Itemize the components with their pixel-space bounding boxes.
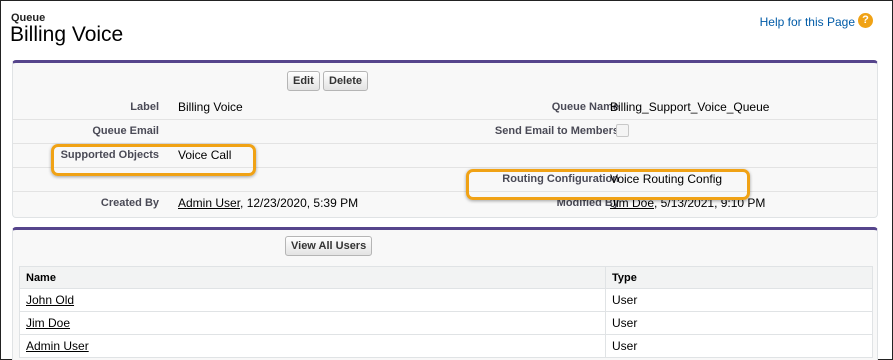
- created-by-label: Created By: [100, 197, 159, 209]
- supported-objects-value: Voice Call: [178, 148, 232, 162]
- detail-row-supported-objects: Supported Objects Voice Call: [13, 143, 877, 168]
- detail-row-queue-email: Queue Email Send Email to Members: [13, 119, 877, 144]
- modified-by-user-link[interactable]: Jim Doe: [610, 196, 654, 210]
- detail-row-created: Created By Admin User, 12/23/2020, 5:39 …: [13, 191, 877, 215]
- table-row: Jim Doe User: [19, 311, 873, 335]
- modified-by-label: Modified By: [556, 197, 619, 209]
- detail-panel: Edit Delete Label Billing Voice Queue Na…: [12, 60, 878, 218]
- delete-button[interactable]: Delete: [323, 71, 369, 91]
- queue-email-label: Queue Email: [92, 125, 159, 137]
- column-header-type[interactable]: Type: [605, 266, 873, 289]
- modified-by-value: Jim Doe, 5/13/2021, 9:10 PM: [610, 196, 765, 210]
- label-field-label: Label: [130, 101, 159, 113]
- view-all-users-button[interactable]: View All Users: [285, 236, 373, 256]
- help-link[interactable]: Help for this Page: [760, 15, 855, 29]
- modified-by-date: , 5/13/2021, 9:10 PM: [654, 196, 766, 210]
- label-field-value: Billing Voice: [178, 100, 243, 114]
- page-title: Billing Voice: [10, 23, 124, 46]
- detail-row-routing: Routing Configuration Voice Routing Conf…: [13, 167, 877, 192]
- member-type-cell: User: [605, 334, 873, 358]
- send-email-label: Send Email to Members: [494, 125, 619, 137]
- column-header-name[interactable]: Name: [19, 266, 606, 289]
- member-name-link[interactable]: John Old: [26, 293, 74, 307]
- help-icon[interactable]: ?: [858, 13, 873, 28]
- member-type-cell: User: [605, 288, 873, 312]
- edit-button[interactable]: Edit: [287, 71, 320, 91]
- table-header-row: Name Type: [19, 266, 873, 289]
- member-name-link[interactable]: Jim Doe: [26, 316, 70, 330]
- queue-name-value: Billing_Support_Voice_Queue: [610, 100, 770, 114]
- created-by-value: Admin User, 12/23/2020, 5:39 PM: [178, 196, 358, 210]
- table-row: John Old User: [19, 288, 873, 312]
- routing-configuration-value: Voice Routing Config: [610, 172, 723, 186]
- member-name-cell: John Old: [19, 288, 606, 312]
- queue-members-panel: View All Users Name Type John Old User J…: [12, 227, 878, 360]
- table-row: Admin User User: [19, 334, 873, 358]
- created-by-user-link[interactable]: Admin User: [178, 196, 240, 210]
- supported-objects-label: Supported Objects: [60, 149, 159, 161]
- member-name-cell: Jim Doe: [19, 311, 606, 335]
- detail-row-label: Label Billing Voice Queue Name Billing_S…: [13, 95, 877, 120]
- routing-configuration-label: Routing Configuration: [502, 173, 619, 185]
- member-type-cell: User: [605, 311, 873, 335]
- send-email-checkbox: [616, 124, 629, 137]
- created-by-date: , 12/23/2020, 5:39 PM: [240, 196, 359, 210]
- queue-name-label: Queue Name: [551, 101, 619, 113]
- queue-members-table: Name Type John Old User Jim Doe User Adm…: [19, 266, 873, 358]
- member-name-link[interactable]: Admin User: [26, 339, 89, 353]
- member-name-cell: Admin User: [19, 334, 606, 358]
